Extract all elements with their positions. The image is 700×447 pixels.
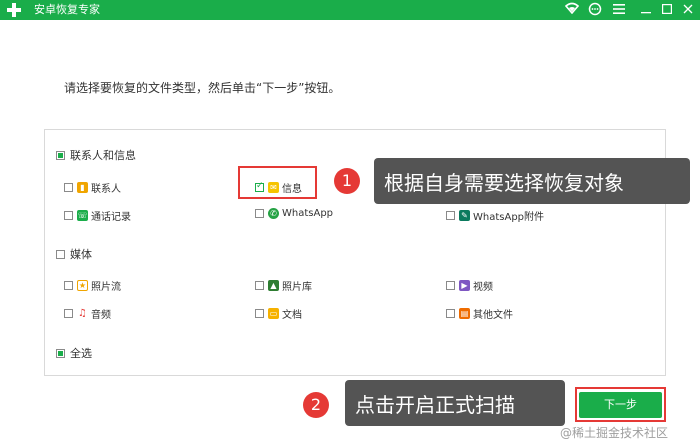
group-media[interactable]: 媒体 [56,246,92,262]
picture-icon: ▲ [268,280,279,291]
contacts-icon: ▮ [77,182,88,193]
item-photo-library[interactable]: ▲ 照片库 [255,278,312,293]
callout-2-tooltip: 点击开启正式扫描 [345,380,565,426]
group-media-checkbox[interactable] [56,249,65,259]
whatsapp-icon: ✆ [268,208,279,219]
callout-2-badge: 2 [303,392,329,418]
close-icon[interactable] [680,2,696,18]
item-audio[interactable]: ♫ 音频 [64,306,111,321]
wifi-icon[interactable] [564,2,580,18]
instruction-text: 请选择要恢复的文件类型，然后单击“下一步”按钮。 [64,81,341,95]
callout-1-badge: 1 [334,168,360,194]
item-contacts-label: 联系人 [91,184,121,195]
camera-roll-checkbox[interactable] [64,281,73,290]
photo-library-checkbox[interactable] [255,281,264,290]
select-all-label: 全选 [70,347,92,360]
title-bar: 安卓恢复专家 [0,0,700,20]
item-camera-roll-label: 照片流 [91,282,121,293]
phone-icon: ☏ [77,210,88,221]
group-contacts-label: 联系人和信息 [70,149,136,162]
folder-icon: ▭ [268,308,279,319]
file-icon: ▤ [459,308,470,319]
select-all[interactable]: 全选 [56,345,92,361]
app-title: 安卓恢复专家 [34,3,100,16]
messages-highlight-box [238,166,317,199]
attachment-icon: ✎ [459,210,470,221]
video-checkbox[interactable] [446,281,455,290]
chat-icon[interactable] [587,2,603,18]
callout-1-text: 根据自身需要选择恢复对象 [384,170,624,195]
menu-icon[interactable] [611,2,627,18]
item-call-log[interactable]: ☏ 通话记录 [64,208,131,223]
whatsapp-checkbox[interactable] [255,209,264,218]
maximize-icon[interactable] [659,2,675,18]
item-video[interactable]: ▶ 视频 [446,278,493,293]
callout-2-text: 点击开启正式扫描 [355,392,515,417]
item-contacts[interactable]: ▮ 联系人 [64,180,121,195]
watermark: @稀土掘金技术社区 [560,426,669,440]
star-icon: ★ [77,280,88,291]
item-other-files-label: 其他文件 [473,310,513,321]
callout-1-tooltip: 根据自身需要选择恢复对象 [374,158,690,204]
item-audio-label: 音频 [91,310,111,321]
group-contacts-checkbox[interactable] [56,150,65,160]
minimize-icon[interactable] [638,2,654,18]
contacts-checkbox[interactable] [64,183,73,192]
item-photo-library-label: 照片库 [282,282,312,293]
item-documents[interactable]: ▭ 文档 [255,306,302,321]
music-icon: ♫ [77,308,88,319]
item-call-log-label: 通话记录 [91,212,131,223]
audio-checkbox[interactable] [64,309,73,318]
item-video-label: 视频 [473,282,493,293]
item-other-files[interactable]: ▤ 其他文件 [446,306,513,321]
item-whatsapp[interactable]: ✆ WhatsApp [255,208,333,219]
item-documents-label: 文档 [282,310,302,321]
call-log-checkbox[interactable] [64,211,73,220]
app-logo-icon [6,2,22,18]
play-icon: ▶ [459,280,470,291]
item-whatsapp-attachments-label: WhatsApp附件 [473,212,545,223]
next-button[interactable]: 下一步 [579,392,662,418]
documents-checkbox[interactable] [255,309,264,318]
item-whatsapp-attachments[interactable]: ✎ WhatsApp附件 [446,208,544,223]
group-contacts-messages[interactable]: 联系人和信息 [56,147,136,163]
whatsapp-attachments-checkbox[interactable] [446,211,455,220]
other-files-checkbox[interactable] [446,309,455,318]
item-whatsapp-label: WhatsApp [282,208,334,219]
select-all-checkbox[interactable] [56,348,65,358]
group-media-label: 媒体 [70,248,92,261]
item-camera-roll[interactable]: ★ 照片流 [64,278,121,293]
